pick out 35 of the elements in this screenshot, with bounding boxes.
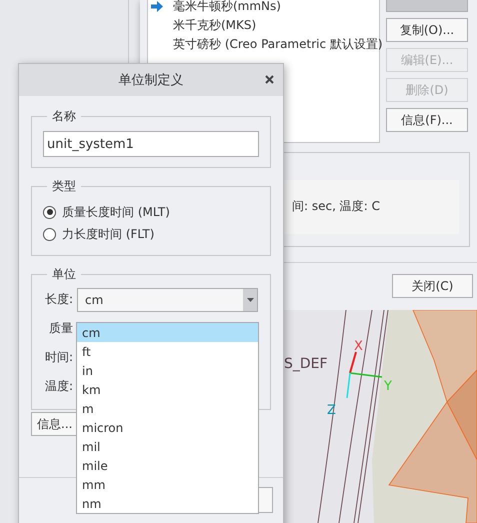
dropdown-option[interactable]: cm <box>77 323 258 342</box>
unit-label: 时间: <box>44 349 73 366</box>
radio-label: 质量长度时间 (MLT) <box>62 204 170 220</box>
description-text: 间: sec, 温度: C <box>292 198 380 215</box>
list-item[interactable]: 米千克秒(MKS) <box>148 16 379 35</box>
dropdown-option[interactable]: km <box>77 380 258 399</box>
close-icon[interactable] <box>265 75 274 84</box>
axis-label: Y <box>384 379 392 394</box>
length-dropdown[interactable]: cm <box>77 288 258 312</box>
list-item[interactable]: 毫米牛顿秒(mmNs) <box>148 0 379 16</box>
radio-label: 力长度时间 (FLT) <box>62 226 154 242</box>
dropdown-option[interactable]: nm <box>77 494 258 513</box>
dropdown-option[interactable]: in <box>77 361 258 380</box>
unit-label: 长度: <box>44 291 73 308</box>
dropdown-option[interactable]: mm <box>77 475 258 494</box>
dialog-title: 单位制定义 <box>118 72 184 89</box>
group-label: 类型 <box>51 178 77 195</box>
group-label: 单位 <box>51 266 77 283</box>
action-button[interactable]: 信息(F)... <box>386 108 468 132</box>
group-label: 名称 <box>51 108 77 125</box>
radio-button[interactable] <box>43 228 56 240</box>
radio-button[interactable] <box>43 206 56 218</box>
unit-label: 质量 <box>48 320 73 337</box>
list-item[interactable]: 英寸磅秒 (Creo Parametric 默认设置) <box>148 35 379 54</box>
dropdown-option[interactable]: mile <box>77 456 258 475</box>
name-field[interactable]: unit_system1 <box>43 131 259 157</box>
caret-icon <box>246 298 254 302</box>
dropdown-option[interactable]: ft <box>77 342 258 361</box>
dropdown-option[interactable]: mil <box>77 437 258 456</box>
datum-label: S_DEF <box>284 356 328 372</box>
close-button[interactable]: 关闭(C) <box>392 274 473 298</box>
axis-triad-drawing <box>346 352 382 398</box>
unit-label: 温度: <box>44 378 73 395</box>
action-button[interactable]: 复制(O)... <box>386 18 468 42</box>
axis-label: X <box>354 339 363 354</box>
